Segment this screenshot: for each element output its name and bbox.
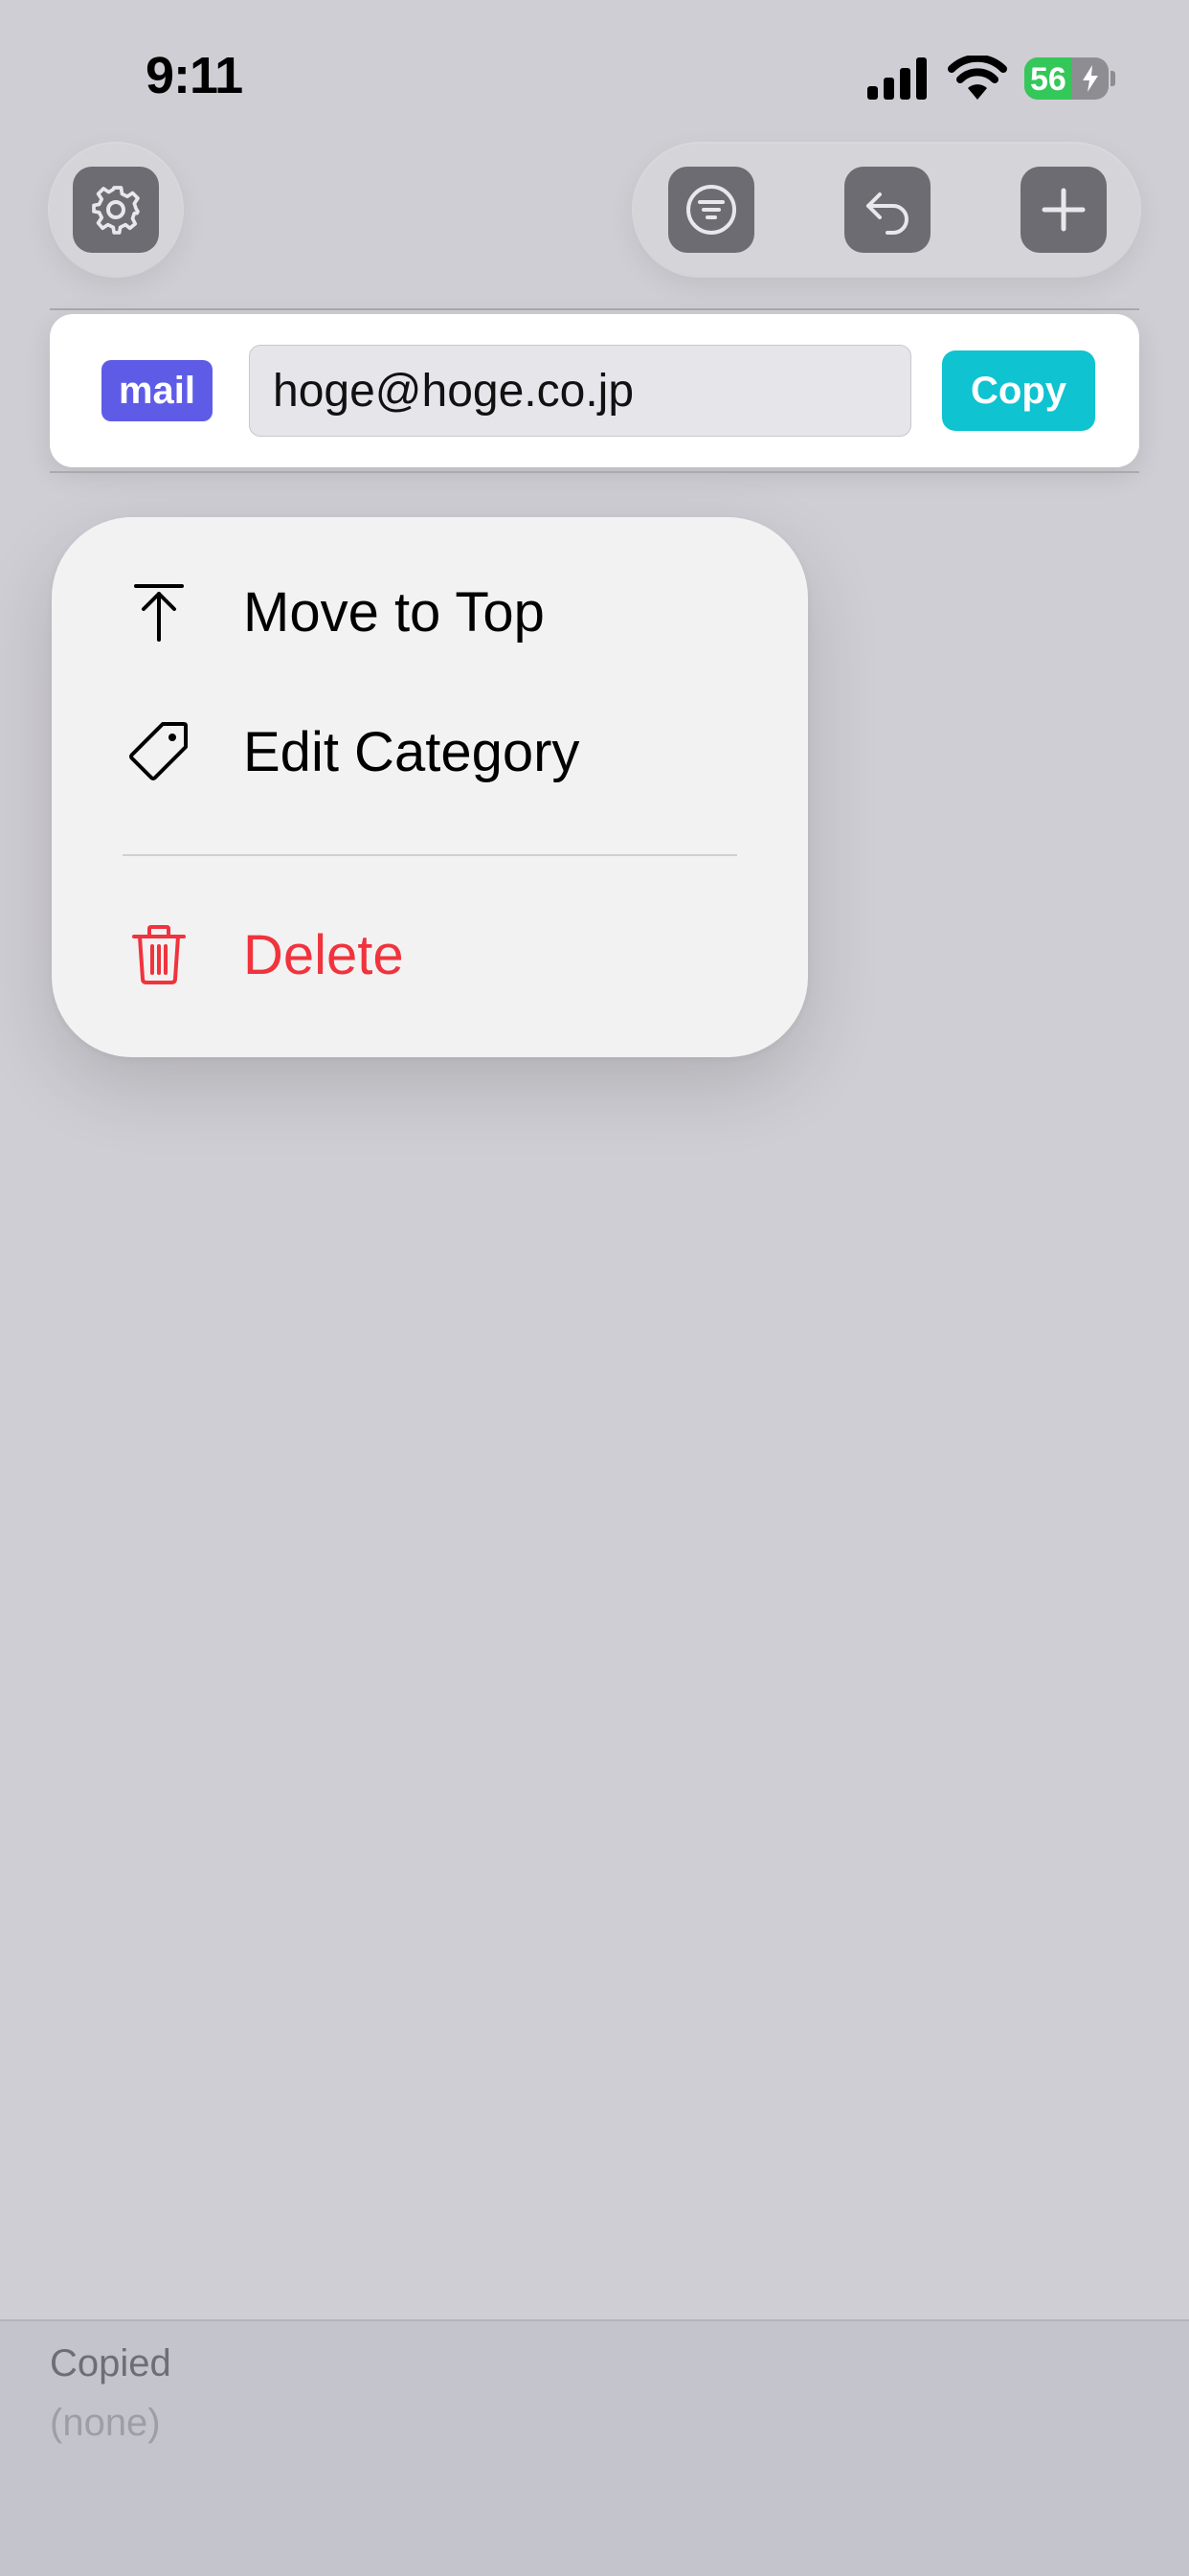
trash-icon bbox=[132, 925, 186, 984]
cellular-signal-icon bbox=[867, 57, 927, 100]
undo-icon bbox=[866, 192, 909, 235]
entry-value-field[interactable]: hoge@hoge.co.jp bbox=[249, 345, 911, 437]
menu-label-edit-category: Edit Category bbox=[243, 721, 580, 783]
menu-label-delete: Delete bbox=[243, 924, 404, 986]
undo-button[interactable] bbox=[844, 167, 931, 253]
settings-button-wrap bbox=[50, 144, 182, 276]
list-divider-bottom bbox=[50, 471, 1139, 473]
battery-indicator: 56 bbox=[1024, 57, 1109, 100]
wifi-icon bbox=[948, 56, 1007, 100]
battery-level: 56 bbox=[1030, 61, 1066, 98]
charging-bolt-icon bbox=[1083, 65, 1098, 92]
menu-item-edit-category[interactable]: Edit Category bbox=[52, 691, 808, 806]
gear-icon bbox=[92, 186, 140, 235]
entry-card[interactable]: mail hoge@hoge.co.jp Copy bbox=[50, 314, 1139, 467]
list-divider-top bbox=[50, 308, 1139, 310]
menu-item-delete[interactable]: Delete bbox=[52, 894, 808, 1009]
plus-icon bbox=[1042, 188, 1086, 232]
filter-button[interactable] bbox=[668, 167, 754, 253]
context-menu: Move to Top Edit Category Delete bbox=[52, 517, 808, 1057]
arrow-up-to-line-icon bbox=[134, 584, 184, 642]
copied-value: (none) bbox=[50, 2402, 161, 2444]
settings-button[interactable] bbox=[73, 167, 159, 253]
copy-button[interactable]: Copy bbox=[942, 350, 1095, 431]
filter-icon bbox=[686, 185, 736, 235]
category-badge[interactable]: mail bbox=[101, 360, 213, 421]
status-time: 9:11 bbox=[146, 47, 243, 104]
menu-item-move-to-top[interactable]: Move to Top bbox=[52, 552, 808, 667]
copied-panel: Copied (none) bbox=[0, 2319, 1189, 2576]
tag-icon bbox=[129, 722, 188, 780]
status-bar: 9:11 56 bbox=[0, 0, 1189, 144]
battery-nub bbox=[1110, 71, 1115, 86]
menu-separator bbox=[123, 854, 737, 856]
entry-value: hoge@hoge.co.jp bbox=[273, 365, 635, 417]
copied-title: Copied bbox=[50, 2342, 171, 2384]
menu-label-move-to-top: Move to Top bbox=[243, 581, 545, 644]
add-button[interactable] bbox=[1021, 167, 1107, 253]
toolbar bbox=[634, 144, 1139, 276]
